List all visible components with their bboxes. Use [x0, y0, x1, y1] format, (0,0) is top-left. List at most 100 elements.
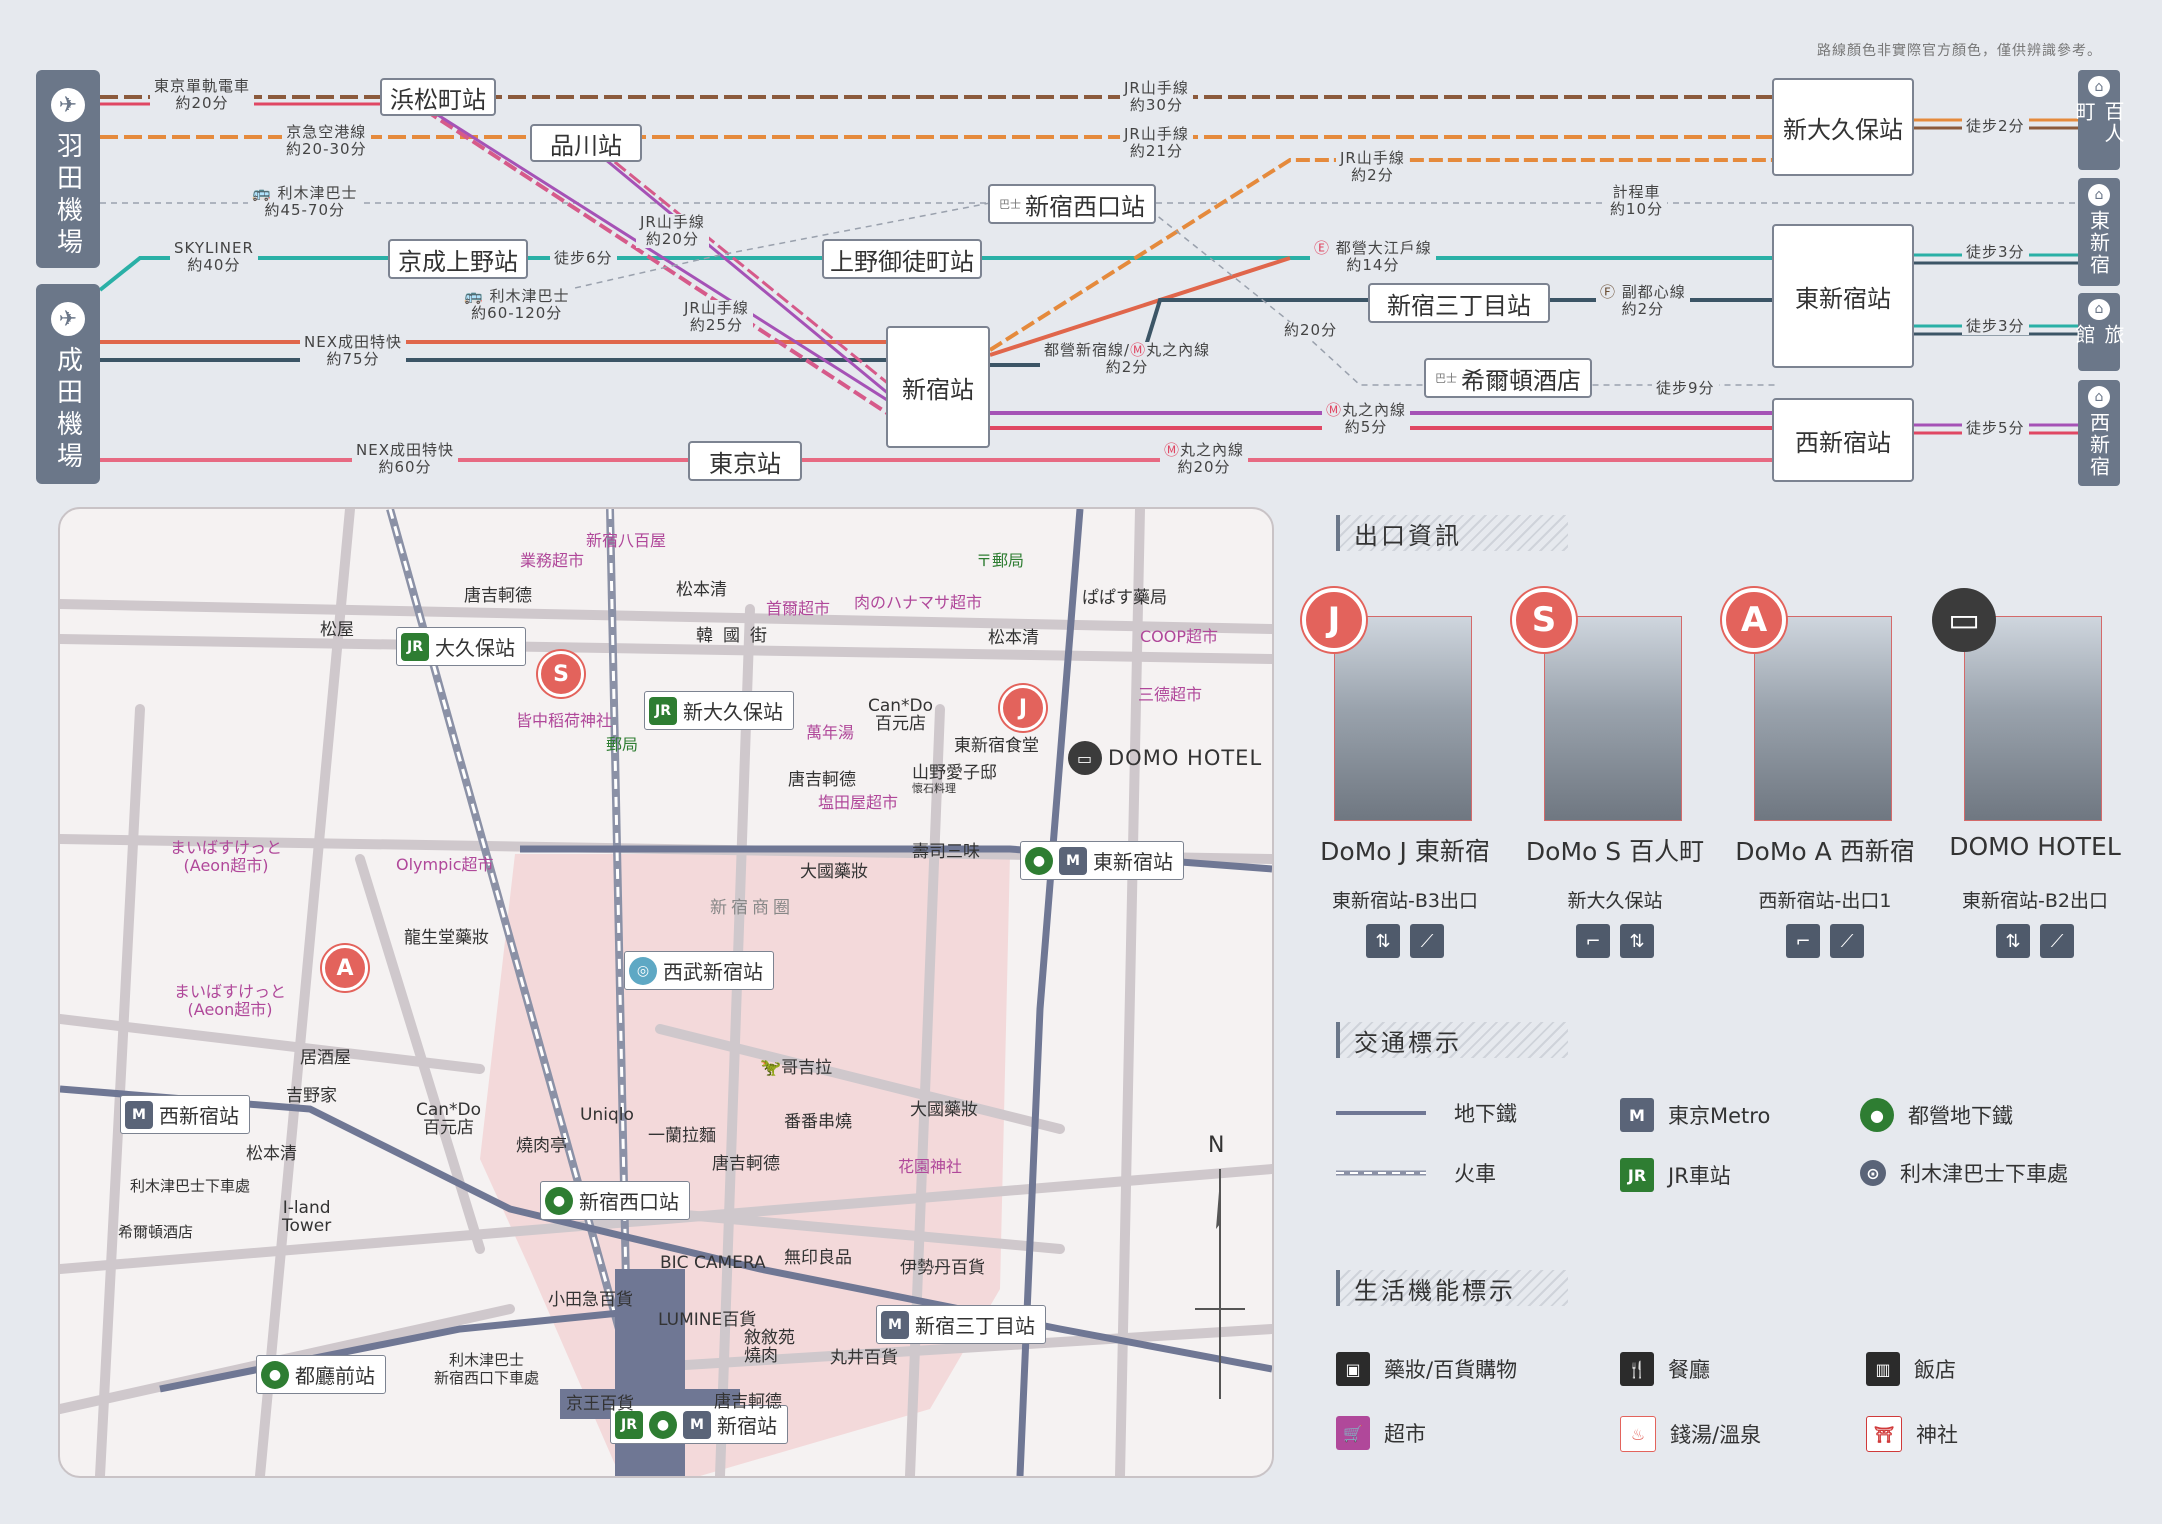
place-karayoshi-1: 唐吉軻德 — [464, 586, 532, 606]
place-yamano: 山野愛子邸 懷石料理 — [912, 763, 997, 796]
tag-ryokan: ⌂ 旅館 — [2072, 293, 2125, 371]
bed-icon: ▭ — [1068, 741, 1102, 775]
hotel-exit: 東新宿站-B3出口 — [1332, 890, 1478, 912]
label-walk2: 徒步2分 — [1962, 118, 2029, 135]
place-ichiran: 一蘭拉麵 — [648, 1126, 716, 1146]
label-marunouchi5: Ⓜ丸之內線 約5分 — [1322, 402, 1411, 436]
tag-hyakunincho: ⌂ 百人町 — [2072, 70, 2125, 170]
place-marui: 丸井百貨 — [830, 1348, 898, 1368]
hotel-name: DoMo A 西新宿 — [1735, 837, 1915, 866]
place-iland-tower: I-land Tower — [282, 1198, 332, 1236]
label-jr2: JR山手線 約2分 — [1336, 150, 1409, 184]
station-shinjuku-nishiguchi: 巴士 新宿西口站 — [988, 184, 1156, 224]
map-station-nishi-shinjuku: M 西新宿站 — [120, 1095, 250, 1134]
place-bic-camera: BIC CAMERA — [660, 1253, 766, 1273]
station-nishi-shinjuku: 西新宿站 — [1772, 398, 1914, 482]
facility-icons: ⇅ ⟋ — [1930, 924, 2140, 958]
place-hanamasa: 肉のハナマサ超市 — [854, 593, 983, 612]
hotel-cards: J DoMo J 東新宿 東新宿站-B3出口 ⇅ ⟋ S DoMo S 百人町 新大久保站 ⌐ ⇅… — [1300, 588, 2140, 968]
label-walk6: 徒步6分 — [550, 250, 617, 267]
hotel-name: DOMO HOTEL — [1949, 832, 2121, 861]
place-matsumoto-3: 松本清 — [246, 1144, 297, 1164]
legend-toei: ● 都營地下鐵 — [1860, 1098, 2013, 1132]
stairs-icon: ⌐ — [1786, 924, 1820, 958]
place-ryuseido: 龍生堂藥妝 — [404, 928, 489, 948]
hotel-badge: S — [1512, 588, 1576, 652]
tokyo-metro-icon: M — [125, 1100, 153, 1129]
place-aeon-2: まいばすけっと (Aeon超市) — [174, 982, 287, 1019]
place-shinjuku-yaoya: 新宿八百屋 — [586, 531, 667, 550]
place-jojoen: 敘敘苑 燒肉 — [744, 1328, 795, 1366]
map-station-higashi-shinjuku: ● M 東新宿站 — [1020, 841, 1184, 880]
label-walk3a: 徒步3分 — [1962, 244, 2029, 261]
north-arrow — [1195, 1169, 1245, 1399]
place-odakyu: 小田急百貨 — [548, 1290, 633, 1310]
place-karayoshi-3: 唐吉軻德 — [712, 1154, 780, 1174]
place-mannen-yu: 萬年湯 — [806, 723, 855, 742]
station-shinjuku: 新宿站 — [886, 326, 990, 448]
place-daikoku-2: 大國藥妝 — [910, 1100, 978, 1120]
legend-hotel: ▥ 飯店 — [1866, 1352, 1956, 1386]
place-post-2: 郵局 — [606, 735, 639, 754]
street-map: N JR 大久保站 JR 新大久保站 ● M 東新宿站 ◎ 西武新宿站 M 西新宿站 ● 新宿… — [58, 507, 1274, 1478]
label-jr30: JR山手線 約30分 — [1120, 80, 1193, 114]
hotel-photo — [1544, 616, 1682, 821]
hotel-photo — [1754, 616, 1892, 821]
place-lumine: LUMINE百貨 — [658, 1310, 757, 1330]
plane-icon: ✈ — [51, 88, 85, 122]
place-karayoshi-4: 唐吉軻德 — [714, 1392, 782, 1412]
place-aeon-1: まいばすけっと (Aeon超市) — [170, 838, 283, 875]
stairs-icon: ⌐ — [1576, 924, 1610, 958]
map-pin-a[interactable]: A — [322, 945, 368, 991]
place-yoshinoya: 吉野家 — [286, 1086, 337, 1106]
label-monorail: 東京單軌電車 約20分 — [150, 78, 255, 112]
map-pin-j[interactable]: J — [1000, 685, 1046, 731]
place-korea-town: 韓國街 — [696, 626, 777, 646]
cart-icon: 🛒 — [1336, 1416, 1370, 1450]
map-domo-hotel[interactable]: ▭ DOMO HOTEL — [1068, 741, 1262, 775]
jr-station-icon: JR — [615, 1410, 643, 1439]
hotel-building-icon: ▥ — [1866, 1352, 1900, 1386]
map-station-okubo: JR 大久保站 — [396, 627, 526, 666]
hotel-photo — [1334, 616, 1472, 821]
hotel-exit: 東新宿站-B2出口 — [1962, 890, 2108, 912]
label-fukutoshin: Ⓕ 副都心線 約2分 — [1596, 284, 1690, 318]
map-station-shinjuku-sanchome: M 新宿三丁目站 — [876, 1305, 1046, 1344]
place-santoku: 三德超市 — [1138, 685, 1203, 704]
plane-icon: ✈ — [51, 302, 85, 336]
label-limousine-haneda: 🚌 利木津巴士 約45-70分 — [248, 185, 362, 219]
bus-icon: 🚌 — [464, 287, 484, 305]
legend-bus-stop: ⊙ 利木津巴士下車處 — [1860, 1158, 2068, 1188]
shrine-icon: ⛩ — [1866, 1416, 1902, 1452]
transport-legend-title: 交通標示 — [1336, 1022, 1568, 1058]
airport-narita: ✈ 成田機場 — [36, 284, 100, 484]
place-matsuya: 松屋 — [320, 620, 354, 640]
place-godzilla: 🦖哥吉拉 — [760, 1058, 833, 1078]
place-keio: 京王百貨 — [566, 1394, 634, 1414]
label-nex2: NEX成田特快 約60分 — [352, 442, 458, 476]
airport-haneda: ✈ 羽田機場 — [36, 70, 100, 268]
tokyo-metro-icon: M — [683, 1410, 711, 1439]
place-coop: COOP超市 — [1140, 627, 1219, 646]
place-cando-1: Can*Do 百元店 — [868, 696, 934, 734]
place-papasu: ぱぱす藥局 — [1082, 588, 1167, 608]
train-line-icon — [1336, 1170, 1426, 1176]
label-skyliner: SKYLINER 約40分 — [170, 240, 258, 274]
label-keikyu: 京急空港線 約20-30分 — [282, 124, 371, 158]
map-station-shinjuku-nishiguchi: ● 新宿西口站 — [540, 1181, 690, 1220]
jr-station-icon: JR — [1620, 1158, 1654, 1192]
toei-subway-icon: ● — [1860, 1098, 1894, 1132]
map-pin-s[interactable]: S — [538, 651, 584, 697]
place-sushi-zanmai: 壽司三味 — [912, 842, 980, 862]
post-office-icon: 〒 — [976, 551, 993, 570]
label-walk5: 徒步5分 — [1962, 420, 2029, 437]
station-hilton: 巴士 希爾頓酒店 — [1424, 358, 1592, 398]
exit-info-title: 出口資訊 — [1336, 515, 1568, 551]
hotel-exit: 新大久保站 — [1567, 890, 1663, 912]
legend-shrine: ⛩ 神社 — [1866, 1416, 1958, 1452]
life-legend-title: 生活機能標示 — [1336, 1270, 1568, 1306]
place-post-1: 〒郵局 — [976, 551, 1025, 570]
label-jr20: JR山手線 約20分 — [636, 214, 709, 248]
place-kainaka-shrine: 皆中稻荷神社 — [516, 711, 613, 730]
label-taxi: 計程車 約10分 — [1606, 184, 1668, 218]
